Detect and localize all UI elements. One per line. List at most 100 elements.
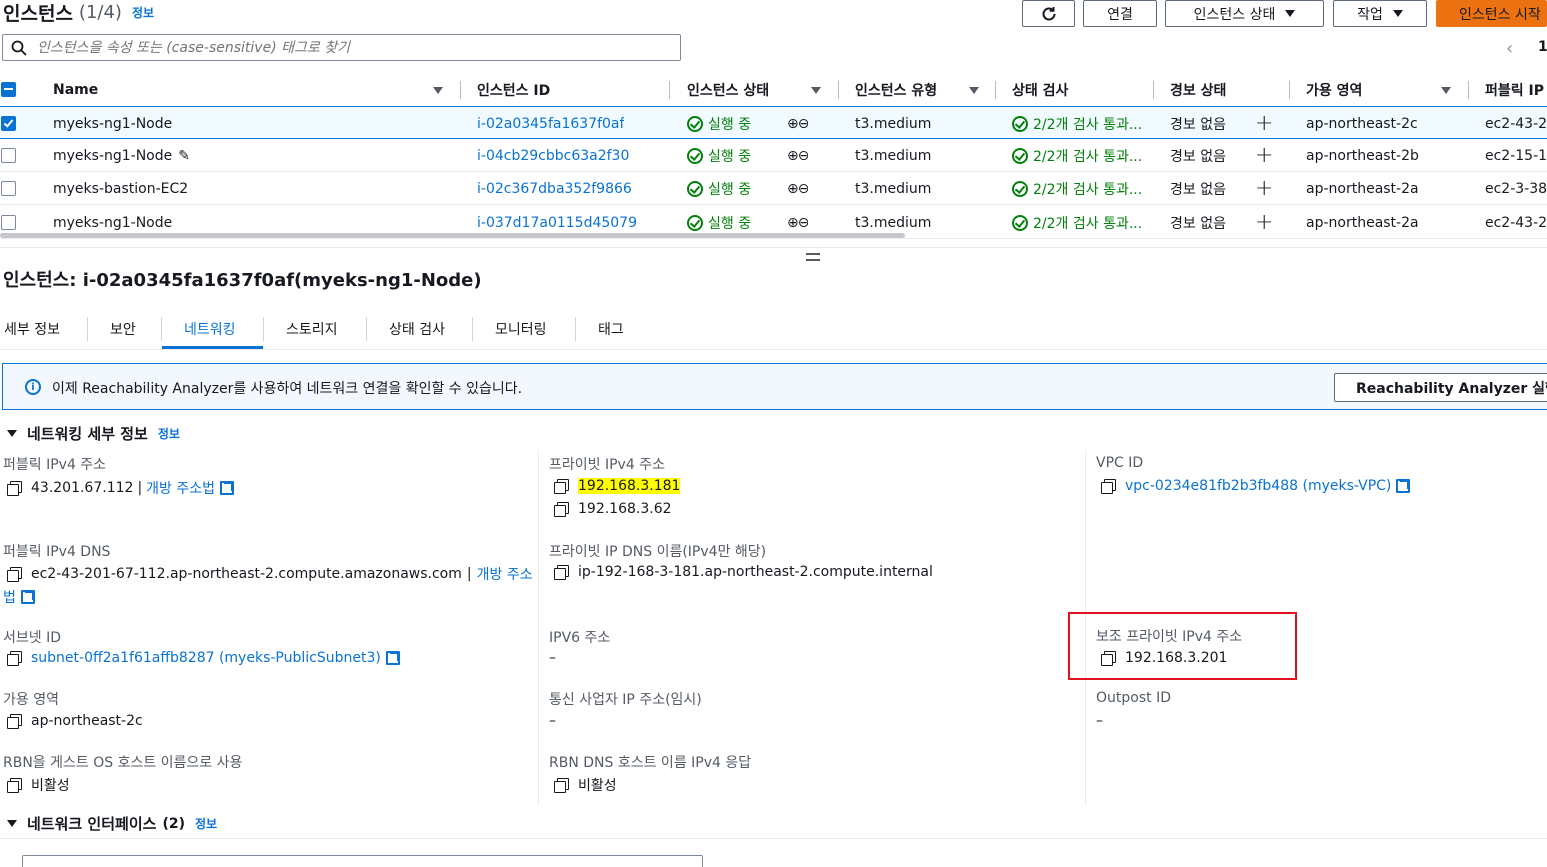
cell-instance-id[interactable]: i-04cb29cbbc63a2f30	[477, 139, 629, 172]
sort-icon[interactable]	[433, 87, 443, 94]
table-row[interactable]: myeks-ng1-Node ✎ i-04cb29cbbc63a2f30 실행 중…	[0, 139, 1547, 172]
info-link[interactable]: 정보	[195, 815, 217, 832]
tab-security[interactable]: 보안	[110, 310, 136, 348]
add-alarm-icon[interactable]: +	[1255, 107, 1273, 140]
col-header-alarm[interactable]: 경보 상태	[1170, 73, 1226, 107]
tab-storage[interactable]: 스토리지	[286, 310, 338, 348]
az-value: ap-northeast-2c	[7, 713, 143, 729]
horizontal-scrollbar[interactable]	[0, 233, 905, 238]
cell-type: t3.medium	[855, 180, 932, 197]
col-header-type[interactable]: 인스턴스 유형	[855, 73, 937, 107]
actions-dropdown[interactable]: 작업	[1333, 0, 1427, 27]
copy-icon[interactable]	[7, 778, 22, 793]
instance-state-label: 인스턴스 상태	[1193, 6, 1276, 23]
row-checkbox[interactable]	[1, 215, 16, 230]
sort-icon[interactable]	[1441, 87, 1451, 94]
edit-icon[interactable]: ✎	[178, 148, 190, 164]
info-banner: i 이제 Reachability Analyzer를 사용하여 네트워크 연결…	[2, 363, 1547, 410]
col-header-az[interactable]: 가용 영역	[1306, 73, 1362, 107]
copy-icon[interactable]	[7, 481, 22, 496]
info-link[interactable]: 정보	[132, 4, 154, 21]
private-ipv4-label: 프라이빗 IPv4 주소	[549, 457, 665, 473]
copy-icon[interactable]	[1101, 479, 1116, 494]
status-check: 2/2개 검사 통과...	[1012, 114, 1142, 134]
copy-icon[interactable]	[7, 567, 22, 582]
network-interfaces-header[interactable]: 네트워크 인터페이스 (2) 정보	[7, 813, 217, 834]
check-circle-icon	[1012, 147, 1028, 164]
col-header-check[interactable]: 상태 검사	[1012, 73, 1068, 107]
col-header-state[interactable]: 인스턴스 상태	[687, 73, 769, 107]
rbn-dns-value: 비활성	[554, 775, 617, 795]
vpc-label: VPC ID	[1096, 455, 1144, 471]
status-running: 실행 중	[687, 114, 751, 134]
cell-public-dns: ec2-15-16	[1485, 147, 1547, 164]
cell-instance-id[interactable]: i-02a0345fa1637f0af	[477, 107, 624, 140]
search-icon	[11, 40, 27, 56]
open-address-link[interactable]: 개방 주소법	[146, 478, 215, 498]
row-checkbox[interactable]	[1, 116, 16, 131]
page-title: 인스턴스	[3, 2, 73, 25]
nic-search-input[interactable]	[22, 855, 703, 867]
sort-icon[interactable]	[969, 87, 979, 94]
private-dns-value: ip-192-168-3-181.ap-northeast-2.compute.…	[554, 564, 933, 580]
connect-button[interactable]: 연결	[1083, 0, 1157, 27]
add-alarm-icon[interactable]: +	[1255, 172, 1273, 205]
reachability-analyzer-button[interactable]: Reachability Analyzer 실행	[1334, 373, 1547, 402]
refresh-button[interactable]	[1022, 0, 1075, 27]
cell-instance-id[interactable]: i-02c367dba352f9866	[477, 172, 632, 205]
tab-networking[interactable]: 네트워킹	[184, 310, 236, 348]
copy-icon[interactable]	[554, 778, 569, 793]
row-checkbox[interactable]	[1, 148, 16, 163]
search-box[interactable]	[2, 34, 681, 61]
vpc-link[interactable]: vpc-0234e81fb2b3fb488 (myeks-VPC)	[1125, 478, 1391, 494]
add-alarm-icon[interactable]: +	[1255, 206, 1273, 239]
selection-count: (1/4)	[78, 1, 122, 23]
open-address-link[interactable]: 개방 주소	[477, 564, 533, 584]
sort-icon[interactable]	[811, 87, 821, 94]
tab-status-checks[interactable]: 상태 검사	[389, 310, 445, 348]
select-all-checkbox[interactable]	[1, 82, 16, 97]
page-number[interactable]: 1	[1538, 39, 1547, 55]
copy-icon[interactable]	[7, 714, 22, 729]
networking-details-header[interactable]: 네트워킹 세부 정보 정보	[7, 423, 180, 444]
table-row[interactable]: myeks-bastion-EC2 i-02c367dba352f9866 실행…	[0, 172, 1547, 205]
copy-icon[interactable]	[554, 565, 569, 580]
rbn-value: 비활성	[7, 775, 70, 795]
instance-state-dropdown[interactable]: 인스턴스 상태	[1165, 0, 1324, 27]
copy-icon[interactable]	[554, 502, 569, 517]
open-address-link[interactable]: 법	[3, 587, 16, 607]
tab-monitoring[interactable]: 모니터링	[495, 310, 547, 348]
public-dns-value: ec2-43-201-67-112.ap-northeast-2.compute…	[7, 564, 533, 584]
info-link[interactable]: 정보	[158, 425, 180, 442]
subnet-link[interactable]: subnet-0ff2a1f61affb8287 (myeks-PublicSu…	[31, 650, 381, 666]
col-header-name[interactable]: Name	[53, 73, 98, 107]
col-header-id[interactable]: 인스턴스 ID	[477, 73, 550, 107]
carrier-ip-value: –	[549, 713, 556, 729]
cell-alarm: 경보 없음	[1170, 181, 1226, 198]
vpc-value: vpc-0234e81fb2b3fb488 (myeks-VPC)	[1101, 478, 1411, 494]
copy-icon[interactable]	[7, 651, 22, 666]
tab-tags[interactable]: 태그	[598, 310, 624, 348]
search-input[interactable]	[37, 39, 657, 56]
row-checkbox[interactable]	[1, 181, 16, 196]
zoom-icon[interactable]: ⊕⊖	[787, 172, 808, 205]
check-circle-icon	[1012, 180, 1028, 197]
cell-type: t3.medium	[855, 147, 932, 164]
col-header-public[interactable]: 퍼블릭 IP	[1485, 73, 1544, 107]
private-dns-label: 프라이빗 IP DNS 이름(IPv4만 해당)	[549, 544, 767, 560]
prev-page-icon[interactable]: ‹	[1506, 38, 1513, 59]
tab-details[interactable]: 세부 정보	[4, 310, 60, 348]
rbn-dns-label: RBN DNS 호스트 이름 IPv4 응답	[549, 755, 752, 771]
drag-handle-icon[interactable]	[806, 253, 820, 261]
cell-az: ap-northeast-2a	[1306, 180, 1419, 197]
zoom-icon[interactable]: ⊕⊖	[787, 139, 808, 172]
table-header: Name 인스턴스 ID 인스턴스 상태 인스턴스 유형 상태 검사 경보 상태…	[0, 73, 1547, 107]
add-alarm-icon[interactable]: +	[1255, 139, 1273, 172]
launch-instance-button[interactable]: 인스턴스 시작	[1436, 0, 1547, 27]
copy-icon[interactable]	[554, 479, 569, 494]
table-row[interactable]: myeks-ng1-Node i-02a0345fa1637f0af 실행 중 …	[0, 106, 1547, 139]
subnet-value: subnet-0ff2a1f61affb8287 (myeks-PublicSu…	[7, 650, 400, 666]
cell-type: t3.medium	[855, 115, 932, 132]
zoom-icon[interactable]: ⊕⊖	[787, 107, 808, 140]
cell-az: ap-northeast-2a	[1306, 214, 1419, 231]
